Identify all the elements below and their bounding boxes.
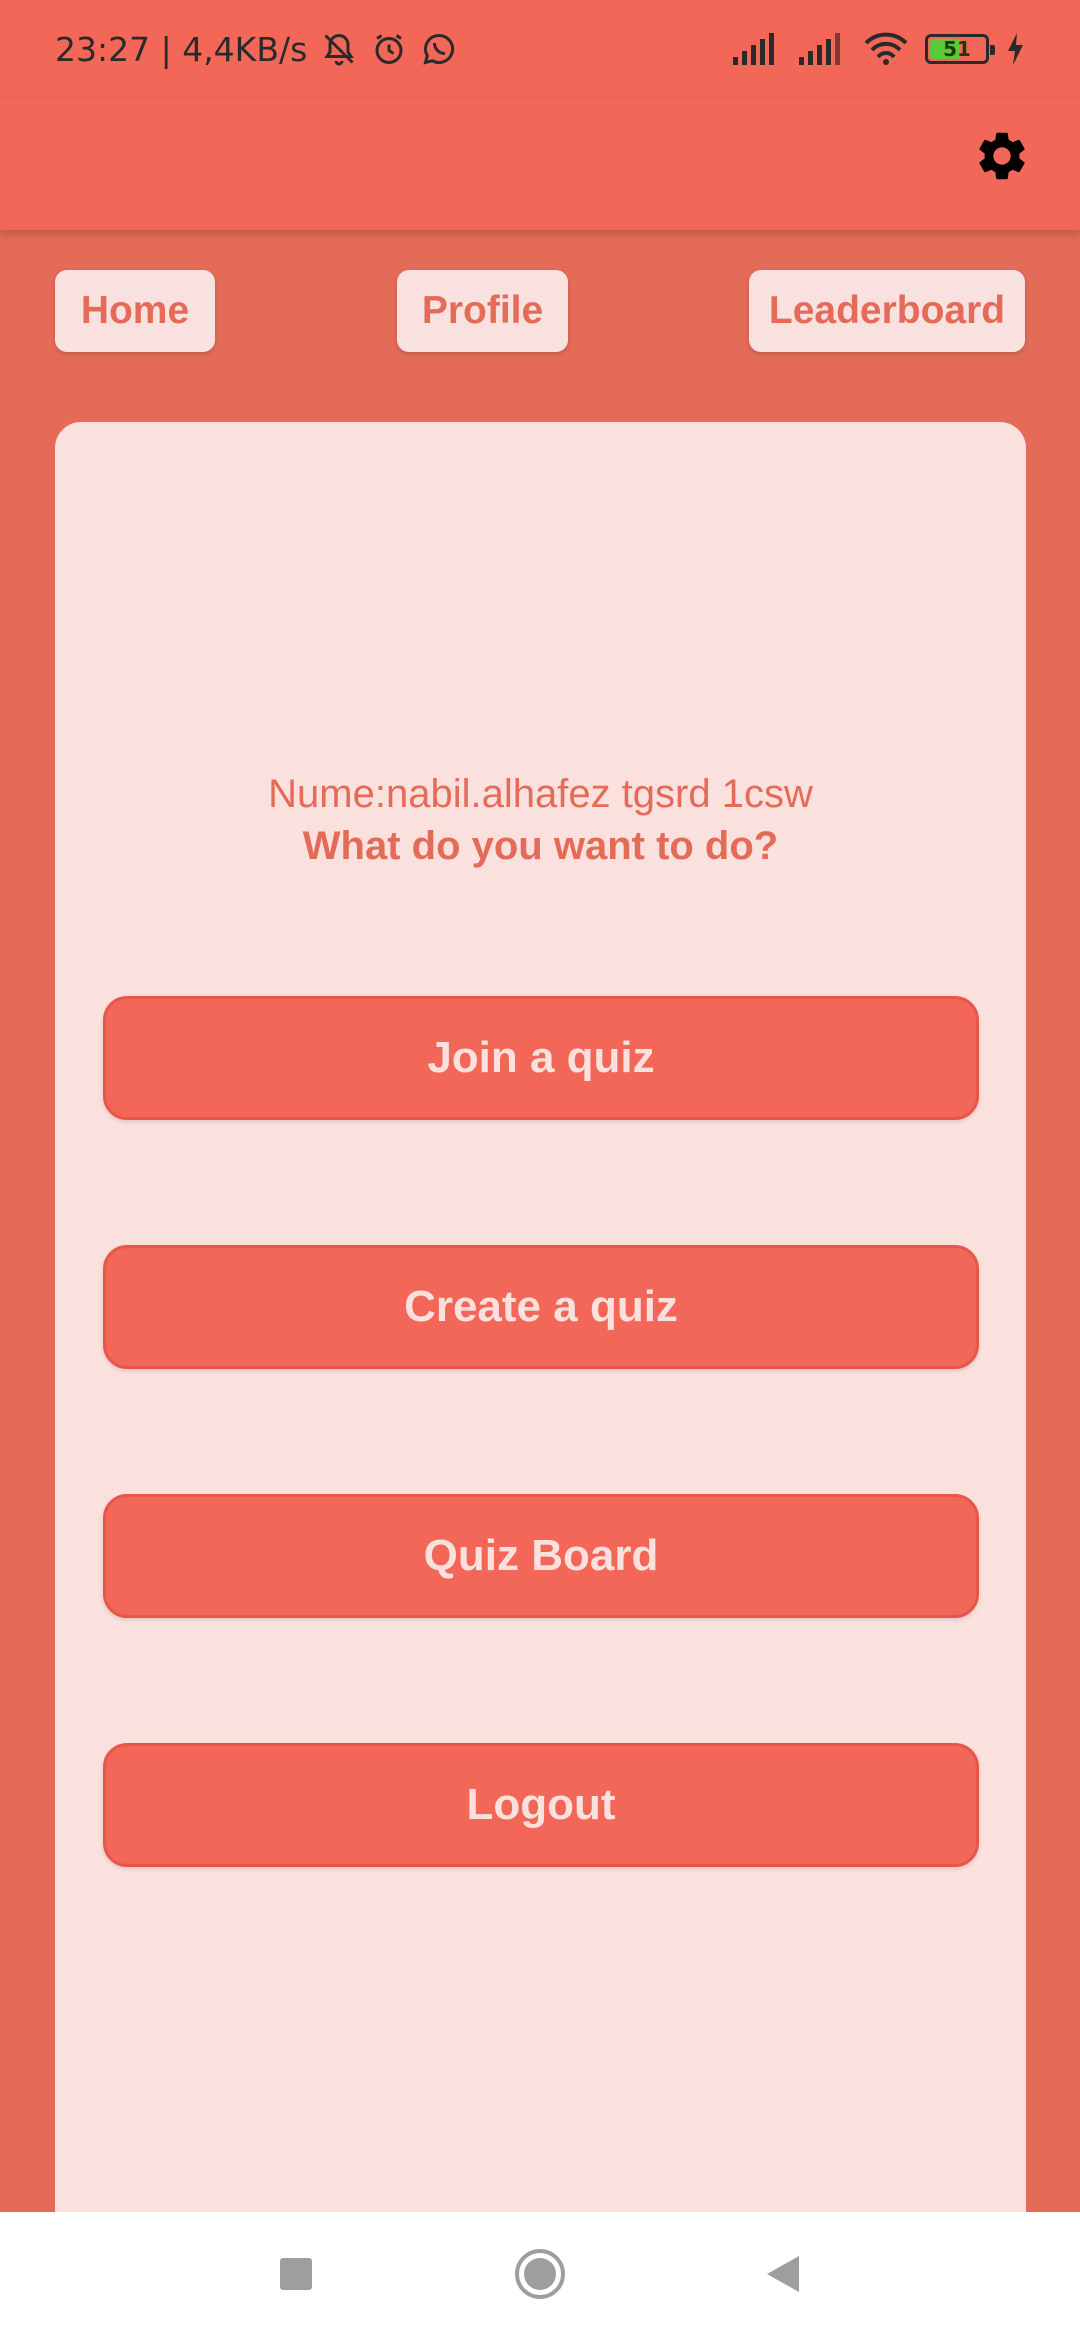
profile-button[interactable]: Profile (397, 270, 568, 352)
status-bar: 23:27 | 4,4KB/s 51 (0, 0, 1080, 98)
gear-icon (973, 127, 1031, 190)
leaderboard-button[interactable]: Leaderboard (749, 270, 1025, 352)
app-bar (0, 98, 1080, 230)
create-quiz-button[interactable]: Create a quiz (103, 1245, 979, 1369)
status-time-speed: 23:27 | 4,4KB/s (55, 29, 308, 69)
whatsapp-icon (421, 31, 457, 67)
triangle-back-icon (765, 2254, 801, 2299)
charging-icon (1005, 31, 1025, 67)
logout-button[interactable]: Logout (103, 1743, 979, 1867)
signal-icon (731, 31, 781, 67)
system-nav-bar (0, 2212, 1080, 2340)
settings-button[interactable] (962, 118, 1042, 198)
circle-home-icon (514, 2248, 566, 2305)
alarm-icon (371, 31, 407, 67)
status-left: 23:27 | 4,4KB/s (55, 30, 457, 69)
join-quiz-button[interactable]: Join a quiz (103, 996, 979, 1120)
prompt-question: What do you want to do? (302, 824, 779, 868)
battery-icon: 51 (925, 34, 995, 64)
main-card: Nume:nabil.alhafez tgsrd 1csw What do yo… (55, 422, 1026, 2212)
user-greeting: Nume:nabil.alhafez tgsrd 1csw (268, 772, 813, 816)
home-button[interactable]: Home (55, 270, 215, 352)
status-right: 51 (731, 31, 1025, 67)
wifi-icon (863, 31, 909, 67)
home-system-button[interactable] (510, 2246, 570, 2306)
top-nav: Home Profile Leaderboard (0, 270, 1080, 354)
bell-off-icon (321, 31, 357, 67)
signal-icon (797, 31, 847, 67)
battery-level: 51 (943, 37, 971, 61)
quiz-board-button[interactable]: Quiz Board (103, 1494, 979, 1618)
back-button[interactable] (753, 2246, 813, 2306)
recent-apps-button[interactable] (266, 2246, 326, 2306)
square-icon (278, 2256, 314, 2297)
